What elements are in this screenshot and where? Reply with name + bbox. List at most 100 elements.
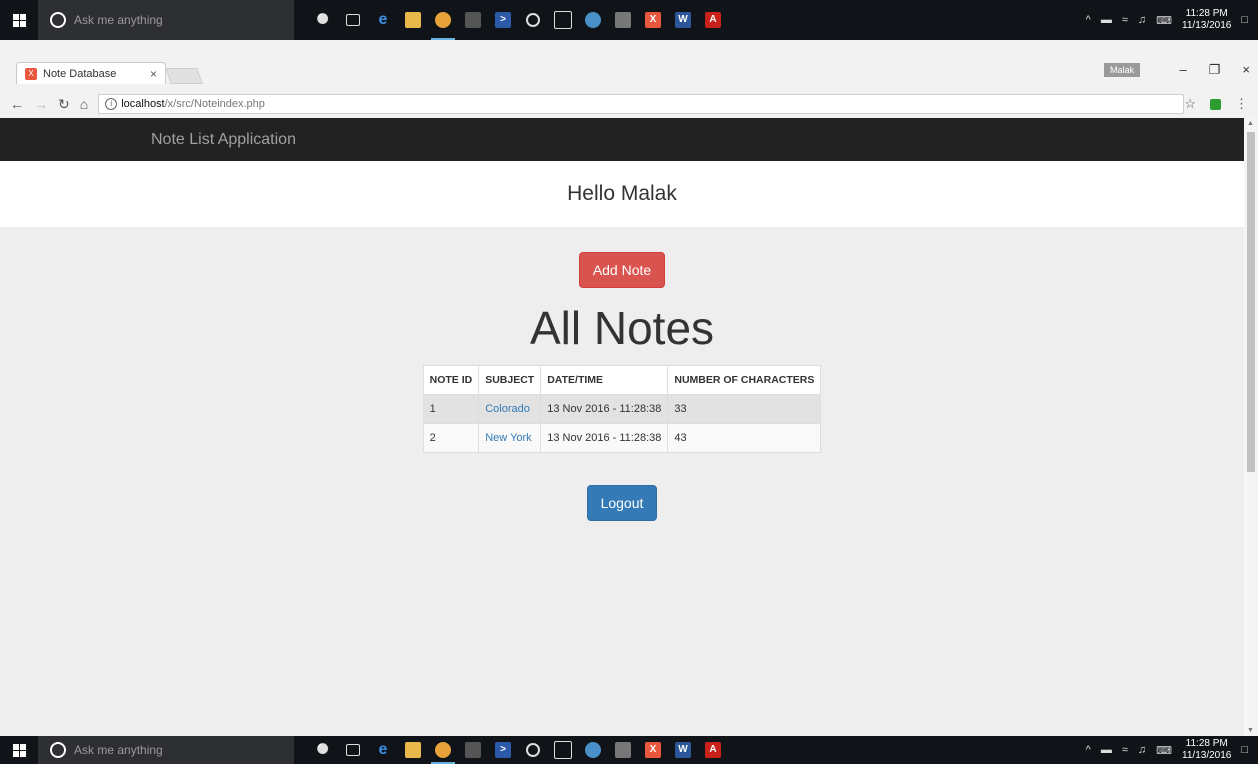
notifications-icon[interactable]: □ [1241, 14, 1248, 26]
windows-icon [12, 13, 26, 27]
url-path: /x/src/Noteindex.php [164, 98, 265, 110]
system-tray: ^ ▬ ≈ ♫ ⌨ 11:28 PM 11/13/2016 □ [1086, 738, 1258, 762]
xampp-icon[interactable]: X [638, 0, 668, 40]
cortana-icon [50, 742, 66, 758]
scroll-down-icon[interactable]: ▼ [1247, 727, 1254, 734]
note-id: 1 [422, 394, 480, 424]
note-id: 2 [422, 423, 480, 453]
keyboard-icon[interactable]: ⌨ [1156, 14, 1172, 27]
browser-toolbar: ← → ↻ ⌂ i localhost/x/src/Noteindex.php … [0, 90, 1258, 119]
wifi-icon[interactable]: ≈ [1122, 14, 1128, 26]
tab-strip: X Note Database × [16, 62, 203, 84]
reload-icon[interactable]: ↻ [58, 96, 70, 113]
file-explorer-icon[interactable] [398, 736, 428, 764]
clock[interactable]: 11:28 PM 11/13/2016 [1182, 8, 1231, 32]
greeting: Hello Malak [567, 182, 677, 205]
cortana-search-box[interactable]: Ask me anything [38, 736, 294, 764]
task-view-icon[interactable] [338, 0, 368, 40]
page-scrollbar[interactable]: ▲ ▼ [1244, 118, 1258, 736]
chevron-up-icon[interactable]: ^ [1086, 744, 1091, 756]
logout-wrap: Logout [0, 485, 1244, 521]
col-note-id: NOTE ID [422, 365, 480, 395]
word-icon[interactable]: W [668, 0, 698, 40]
database-icon[interactable] [608, 736, 638, 764]
taskbar-apps: ⚪ e > X W A [308, 736, 728, 764]
notifications-icon[interactable]: □ [1241, 744, 1248, 756]
subject-link[interactable]: Colorado [485, 403, 530, 415]
scroll-thumb[interactable] [1247, 132, 1255, 472]
col-num-chars: NUMBER OF CHARACTERS [667, 365, 822, 395]
menu-icon[interactable]: ⋮ [1235, 96, 1248, 112]
keyboard-icon[interactable]: ⌨ [1156, 744, 1172, 757]
powershell-icon[interactable]: > [488, 0, 518, 40]
back-icon[interactable]: ← [10, 96, 24, 112]
restore-icon[interactable]: ❐ [1209, 62, 1221, 78]
app-icon[interactable] [578, 0, 608, 40]
main-content: Add Note All Notes NOTE ID SUBJECT DATE/… [0, 227, 1244, 521]
close-icon[interactable]: × [1242, 62, 1250, 78]
note-chars: 33 [667, 394, 822, 424]
clock-date: 11/13/2016 [1182, 20, 1232, 31]
new-tab-button[interactable] [165, 68, 203, 84]
col-datetime: DATE/TIME [540, 365, 669, 395]
taskbar-top: Ask me anything ⚪ e > X W A ^ ▬ ≈ ♫ ⌨ 11… [0, 0, 1258, 40]
windows-icon [12, 743, 26, 757]
start-button[interactable] [0, 736, 38, 764]
chrome-icon[interactable] [428, 0, 458, 40]
xampp-icon[interactable]: X [638, 736, 668, 764]
url-host: localhost [121, 98, 165, 110]
edge-icon[interactable]: e [368, 736, 398, 764]
xbox-icon[interactable] [518, 0, 548, 40]
microphone-icon[interactable]: ⚪ [308, 0, 338, 40]
info-icon[interactable]: i [105, 98, 118, 110]
volume-icon[interactable]: ♫ [1138, 14, 1146, 26]
xbox-icon[interactable] [518, 736, 548, 764]
sublime-icon[interactable] [458, 736, 488, 764]
subject-link[interactable]: New York [485, 432, 531, 444]
close-tab-icon[interactable]: × [150, 67, 157, 81]
file-explorer-icon[interactable] [398, 0, 428, 40]
home-icon[interactable]: ⌂ [80, 96, 88, 112]
clock-date: 11/13/2016 [1182, 750, 1232, 761]
forward-icon[interactable]: → [34, 96, 48, 112]
scroll-up-icon[interactable]: ▲ [1247, 120, 1254, 127]
add-note-button[interactable]: Add Note [578, 252, 666, 288]
volume-icon[interactable]: ♫ [1138, 744, 1146, 756]
note-subject: Colorado [478, 394, 542, 424]
word-icon[interactable]: W [668, 736, 698, 764]
wifi-icon[interactable]: ≈ [1122, 744, 1128, 756]
extension-icon[interactable] [1210, 98, 1221, 110]
acrobat-icon[interactable]: A [698, 736, 728, 764]
clock-time: 11:28 PM [1185, 738, 1228, 749]
clock-time: 11:28 PM [1185, 8, 1228, 19]
acrobat-icon[interactable]: A [698, 0, 728, 40]
cortana-search-box[interactable]: Ask me anything [38, 0, 294, 40]
profile-badge[interactable]: Malak [1103, 63, 1140, 77]
clock[interactable]: 11:28 PM 11/13/2016 [1182, 738, 1231, 762]
chrome-icon[interactable] [428, 736, 458, 764]
taskbar-bottom: Ask me anything ⚪ e > X W A ^ ▬ ≈ ♫ ⌨ 11… [0, 736, 1258, 764]
app-icon[interactable] [578, 736, 608, 764]
logout-button[interactable]: Logout [586, 485, 658, 521]
sublime-icon[interactable] [458, 0, 488, 40]
navbar-brand[interactable]: Note List Application [151, 131, 296, 149]
network-icon[interactable]: ▬ [1101, 14, 1112, 26]
tab-note-database[interactable]: X Note Database × [16, 62, 166, 84]
task-view-icon[interactable] [338, 736, 368, 764]
virtualbox-icon[interactable] [548, 0, 578, 40]
virtualbox-icon[interactable] [548, 736, 578, 764]
page-title: All Notes [529, 302, 715, 354]
database-icon[interactable] [608, 0, 638, 40]
bookmark-star-icon[interactable]: ☆ [1184, 96, 1196, 112]
address-bar[interactable]: i localhost/x/src/Noteindex.php [98, 94, 1185, 114]
taskbar-apps: ⚪ e > X W A [308, 0, 728, 40]
powershell-icon[interactable]: > [488, 736, 518, 764]
minimize-icon[interactable]: – [1180, 62, 1187, 78]
note-chars: 43 [667, 423, 822, 453]
chevron-up-icon[interactable]: ^ [1086, 14, 1091, 26]
network-icon[interactable]: ▬ [1101, 744, 1112, 756]
table-row: 2 New York 13 Nov 2016 - 11:28:38 43 [422, 423, 822, 453]
edge-icon[interactable]: e [368, 0, 398, 40]
start-button[interactable] [0, 0, 38, 40]
microphone-icon[interactable]: ⚪ [308, 736, 338, 764]
